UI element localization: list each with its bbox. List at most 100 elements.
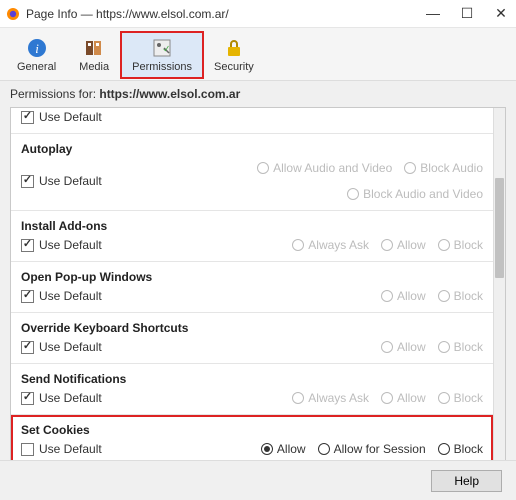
- radio-allow-session[interactable]: Allow for Session: [318, 442, 426, 456]
- use-default-label: Use Default: [39, 174, 102, 188]
- window-buttons: — ☐ ✕: [424, 5, 510, 22]
- radio-allow[interactable]: Allow: [381, 289, 426, 303]
- use-default-checkbox[interactable]: Use Default: [21, 110, 121, 124]
- group-title: Set Cookies: [21, 423, 483, 437]
- radio-icon: [381, 341, 393, 353]
- radio-icon: [381, 392, 393, 404]
- checkbox-icon: [21, 443, 34, 456]
- radio-icon: [318, 443, 330, 455]
- radio-block-audio[interactable]: Block Audio: [404, 161, 483, 175]
- perm-group-popup: Open Pop-up Windows Use Default Allow Bl…: [11, 262, 493, 313]
- tab-label: Media: [79, 61, 109, 73]
- radio-options: Allow Block: [127, 289, 483, 303]
- radio-icon: [438, 239, 450, 251]
- perm-group-truncated-top: Use Default: [11, 108, 493, 134]
- permissions-for-label: Permissions for:: [10, 87, 99, 101]
- radio-icon: [438, 392, 450, 404]
- use-default-checkbox[interactable]: Use Default: [21, 174, 121, 188]
- radio-icon: [381, 290, 393, 302]
- group-title: Open Pop-up Windows: [21, 270, 483, 284]
- permissions-for: Permissions for: https://www.elsol.com.a…: [0, 81, 516, 107]
- use-default-checkbox[interactable]: Use Default: [21, 340, 121, 354]
- radio-block[interactable]: Block: [438, 442, 483, 456]
- checkbox-icon: [21, 392, 34, 405]
- radio-icon: [438, 341, 450, 353]
- radio-options: Allow Allow for Session Block: [127, 442, 483, 456]
- radio-options: Always Ask Allow Block: [127, 238, 483, 252]
- firefox-icon: [6, 7, 20, 21]
- radio-options: Allow Audio and Video Block Audio Block …: [127, 161, 483, 201]
- minimize-button[interactable]: —: [424, 5, 442, 22]
- use-default-checkbox[interactable]: Use Default: [21, 391, 121, 405]
- tab-general[interactable]: i General: [6, 32, 67, 78]
- media-icon: [83, 35, 105, 61]
- group-title: Override Keyboard Shortcuts: [21, 321, 483, 335]
- use-default-checkbox[interactable]: Use Default: [21, 289, 121, 303]
- radio-always-ask[interactable]: Always Ask: [292, 391, 369, 405]
- radio-allow[interactable]: Allow: [381, 391, 426, 405]
- help-button[interactable]: Help: [431, 470, 502, 492]
- window-titlebar: Page Info — https://www.elsol.com.ar/ — …: [0, 0, 516, 28]
- radio-allow[interactable]: Allow: [261, 442, 306, 456]
- radio-block[interactable]: Block: [438, 391, 483, 405]
- perm-group-cookies: Set Cookies Use Default Allow Allow for …: [11, 415, 493, 466]
- info-icon: i: [26, 35, 48, 61]
- lock-icon: [223, 35, 245, 61]
- window-title: Page Info — https://www.elsol.com.ar/: [26, 7, 424, 21]
- use-default-checkbox[interactable]: Use Default: [21, 238, 121, 252]
- radio-icon: [347, 188, 359, 200]
- radio-icon: [257, 162, 269, 174]
- svg-text:i: i: [35, 41, 39, 56]
- radio-icon: [404, 162, 416, 174]
- permissions-for-url: https://www.elsol.com.ar: [99, 87, 240, 101]
- close-button[interactable]: ✕: [492, 5, 510, 22]
- radio-icon: [292, 392, 304, 404]
- radio-options: Always Ask Allow Block: [127, 391, 483, 405]
- scrollbar-thumb[interactable]: [495, 178, 504, 278]
- group-title: Install Add-ons: [21, 219, 483, 233]
- tab-label: Permissions: [132, 61, 192, 73]
- use-default-label: Use Default: [39, 238, 102, 252]
- use-default-checkbox[interactable]: Use Default: [21, 442, 121, 456]
- tab-label: Security: [214, 61, 254, 73]
- radio-block[interactable]: Block: [438, 289, 483, 303]
- tab-label: General: [17, 61, 56, 73]
- tab-media[interactable]: Media: [67, 32, 121, 78]
- checkbox-icon: [21, 290, 34, 303]
- radio-allow[interactable]: Allow: [381, 340, 426, 354]
- radio-icon: [261, 443, 273, 455]
- permissions-panel: Use Default Autoplay Use Default Allow A…: [10, 107, 506, 477]
- perm-group-notifications: Send Notifications Use Default Always As…: [11, 364, 493, 415]
- scrollbar[interactable]: [493, 108, 505, 476]
- toolbar: i General Media Permissions Security: [0, 28, 516, 81]
- radio-allow[interactable]: Allow: [381, 238, 426, 252]
- radio-block-audio-video[interactable]: Block Audio and Video: [347, 187, 483, 201]
- radio-options: Allow Block: [127, 340, 483, 354]
- radio-icon: [381, 239, 393, 251]
- permissions-list: Use Default Autoplay Use Default Allow A…: [11, 108, 493, 476]
- checkbox-icon: [21, 111, 34, 124]
- radio-icon: [438, 443, 450, 455]
- perm-group-addons: Install Add-ons Use Default Always Ask A…: [11, 211, 493, 262]
- perm-group-shortcuts: Override Keyboard Shortcuts Use Default …: [11, 313, 493, 364]
- radio-always-ask[interactable]: Always Ask: [292, 238, 369, 252]
- tab-security[interactable]: Security: [203, 32, 265, 78]
- checkbox-icon: [21, 175, 34, 188]
- use-default-label: Use Default: [39, 289, 102, 303]
- use-default-label: Use Default: [39, 110, 102, 124]
- radio-allow-audio-video[interactable]: Allow Audio and Video: [257, 161, 392, 175]
- group-title: Autoplay: [21, 142, 483, 156]
- radio-block[interactable]: Block: [438, 238, 483, 252]
- radio-block[interactable]: Block: [438, 340, 483, 354]
- group-title: Send Notifications: [21, 372, 483, 386]
- perm-group-autoplay: Autoplay Use Default Allow Audio and Vid…: [11, 134, 493, 211]
- use-default-label: Use Default: [39, 340, 102, 354]
- use-default-label: Use Default: [39, 442, 102, 456]
- permissions-icon: [151, 35, 173, 61]
- checkbox-icon: [21, 239, 34, 252]
- footer: Help: [0, 460, 516, 500]
- maximize-button[interactable]: ☐: [458, 5, 476, 22]
- checkbox-icon: [21, 341, 34, 354]
- radio-icon: [438, 290, 450, 302]
- tab-permissions[interactable]: Permissions: [121, 32, 203, 78]
